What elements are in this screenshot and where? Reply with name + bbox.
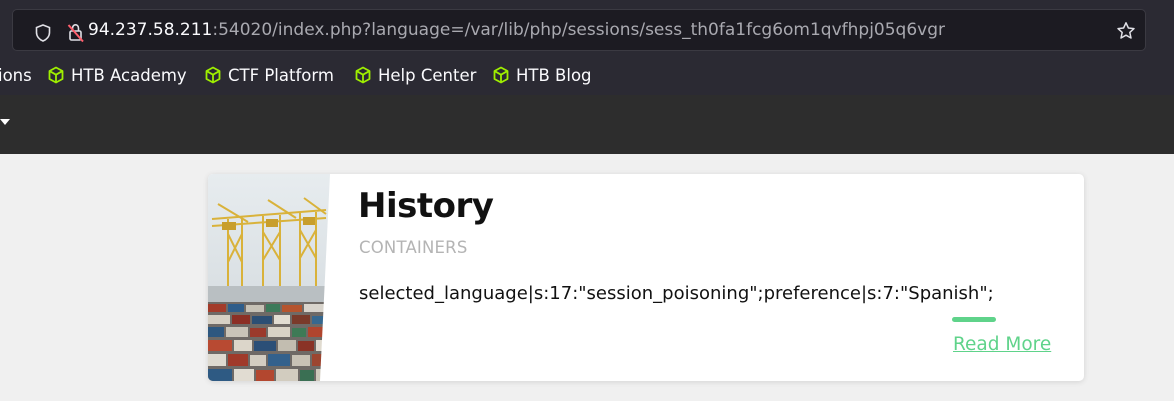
shield-icon[interactable] (35, 24, 51, 46)
url-text[interactable]: 94.237.58.211:54020/index.php?language=/… (88, 20, 945, 40)
hexagon-cube-icon (48, 66, 64, 84)
hexagon-cube-icon (355, 66, 371, 84)
bookmark-label: CTF Platform (228, 65, 334, 85)
card-category: CONTAINERS (359, 238, 468, 257)
bookmark-label: ions (0, 65, 32, 85)
url-path: :54020/index.php?language=/var/lib/php/s… (212, 20, 946, 40)
hexagon-cube-icon (205, 66, 221, 84)
browser-toolbar: 94.237.58.211:54020/index.php?language=/… (0, 0, 1174, 95)
hexagon-cube-icon (493, 66, 509, 84)
accent-divider (952, 317, 996, 322)
bookmark-label: Help Center (378, 65, 477, 85)
bookmark-item-htb-blog[interactable]: HTB Blog (492, 64, 592, 86)
card-body-text: selected_language|s:17:"session_poisonin… (359, 283, 994, 304)
bookmark-star-icon[interactable] (1116, 21, 1136, 45)
dropdown-caret-icon[interactable] (0, 119, 10, 125)
card-title: History (358, 186, 494, 226)
read-more-link[interactable]: Read More (953, 334, 1051, 355)
bookmark-item-ctf-platform[interactable]: CTF Platform (204, 64, 334, 86)
history-card: History CONTAINERS selected_language|s:1… (208, 174, 1084, 381)
shipping-port-image (208, 174, 330, 381)
bookmark-item-partial[interactable]: ions (0, 64, 32, 86)
bookmark-label: HTB Blog (516, 65, 592, 85)
bookmark-item-htb-academy[interactable]: HTB Academy (47, 64, 187, 86)
site-navbar (0, 95, 1174, 154)
bookmark-item-help-center[interactable]: Help Center (354, 64, 476, 86)
url-bar[interactable]: 94.237.58.211:54020/index.php?language=/… (12, 9, 1146, 51)
bookmark-label: HTB Academy (71, 65, 187, 85)
insecure-lock-icon[interactable] (67, 23, 85, 47)
bookmarks-bar: ions HTB Academy CTF Platform Help Cente… (0, 60, 1174, 90)
url-host: 94.237.58.211 (88, 20, 213, 40)
